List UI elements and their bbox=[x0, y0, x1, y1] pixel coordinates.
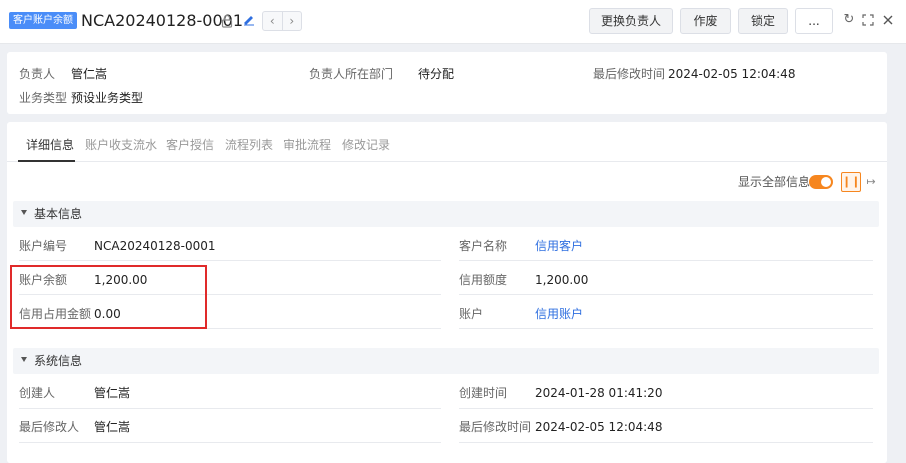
row-divider bbox=[19, 442, 441, 443]
row-divider bbox=[19, 260, 441, 261]
two-column-layout-icon[interactable]: ❙❙ bbox=[841, 172, 861, 192]
detail-card: 详细信息 账户收支流水 客户授信 流程列表 审批流程 修改记录 显示全部信息 ❙… bbox=[7, 122, 887, 463]
account-number-value: NCA20240128-0001 bbox=[94, 239, 216, 253]
basic-info-section-header[interactable]: 基本信息 bbox=[13, 201, 879, 227]
active-tab-indicator bbox=[18, 160, 75, 162]
customer-name-label: 客户名称 bbox=[459, 239, 508, 253]
tab-bar: 详细信息 账户收支流水 客户授信 流程列表 审批流程 修改记录 bbox=[7, 122, 887, 162]
account-link[interactable]: 信用账户 bbox=[535, 306, 583, 322]
tab-account-flow[interactable]: 账户收支流水 bbox=[85, 137, 157, 153]
show-all-label: 显示全部信息 bbox=[738, 175, 811, 189]
summary-card: 负责人 管仁嵩 负责人所在部门 待分配 最后修改时间 2024-02-05 12… bbox=[7, 52, 887, 114]
close-icon[interactable] bbox=[881, 13, 895, 27]
top-bar: 客户账户余额 NCA20240128-0001 ‹ › 更换负责人 作废 锁定 … bbox=[0, 0, 906, 44]
credit-limit-value: 1,200.00 bbox=[535, 273, 589, 287]
record-title: NCA20240128-0001 bbox=[81, 11, 244, 30]
show-all-toggle[interactable] bbox=[809, 175, 833, 189]
void-button[interactable]: 作废 bbox=[680, 8, 731, 34]
row-divider bbox=[459, 260, 873, 261]
full-width-layout-icon[interactable]: ↦ bbox=[861, 172, 881, 192]
department-value: 待分配 bbox=[418, 67, 455, 81]
tab-change-log[interactable]: 修改记录 bbox=[342, 137, 390, 153]
owner-label: 负责人 bbox=[19, 67, 56, 81]
tab-details[interactable]: 详细信息 bbox=[26, 137, 74, 153]
system-info-section-header[interactable]: 系统信息 bbox=[13, 348, 879, 374]
row-divider bbox=[459, 294, 873, 295]
tab-approval-flow[interactable]: 审批流程 bbox=[283, 137, 331, 153]
owner-value: 管仁嵩 bbox=[71, 67, 108, 81]
account-number-label: 账户编号 bbox=[19, 239, 68, 253]
collapse-caret-icon bbox=[21, 210, 27, 215]
record-navigation: ‹ › bbox=[262, 11, 302, 31]
previous-record-button[interactable]: ‹ bbox=[263, 12, 282, 30]
credit-limit-label: 信用额度 bbox=[459, 273, 508, 287]
highlight-box bbox=[10, 265, 207, 329]
section-title: 基本信息 bbox=[34, 207, 83, 221]
tab-customer-credit[interactable]: 客户授信 bbox=[166, 137, 214, 153]
creator-label: 创建人 bbox=[19, 386, 56, 400]
department-label: 负责人所在部门 bbox=[309, 67, 394, 81]
edit-tag-icon[interactable] bbox=[242, 13, 256, 27]
account-label: 账户 bbox=[459, 307, 484, 321]
last-modified-time-value: 2024-02-05 12:04:48 bbox=[535, 420, 663, 434]
business-type-label: 业务类型 bbox=[19, 91, 68, 105]
last-modified-label: 最后修改时间 bbox=[593, 67, 666, 81]
customer-name-link[interactable]: 信用客户 bbox=[535, 238, 583, 254]
last-modifier-value: 管仁嵩 bbox=[94, 420, 131, 434]
next-record-button[interactable]: › bbox=[281, 12, 302, 30]
row-divider bbox=[459, 408, 873, 409]
change-owner-button[interactable]: 更换负责人 bbox=[589, 8, 673, 34]
last-modified-value: 2024-02-05 12:04:48 bbox=[668, 67, 796, 81]
lock-icon[interactable] bbox=[221, 14, 233, 28]
tab-process-list[interactable]: 流程列表 bbox=[225, 137, 273, 153]
business-type-value: 预设业务类型 bbox=[71, 91, 144, 105]
row-divider bbox=[459, 442, 873, 443]
created-time-label: 创建时间 bbox=[459, 386, 508, 400]
layout-switch: ❙❙ ↦ bbox=[841, 172, 881, 192]
row-divider bbox=[459, 328, 873, 329]
section-title: 系统信息 bbox=[34, 354, 83, 368]
fullscreen-icon[interactable] bbox=[861, 13, 875, 27]
collapse-caret-icon bbox=[21, 357, 27, 362]
last-modified-time-label: 最后修改时间 bbox=[459, 420, 532, 434]
created-time-value: 2024-01-28 01:41:20 bbox=[535, 386, 663, 400]
last-modifier-label: 最后修改人 bbox=[19, 420, 80, 434]
row-divider bbox=[19, 408, 441, 409]
creator-value: 管仁嵩 bbox=[94, 386, 131, 400]
more-button[interactable]: ... bbox=[795, 8, 833, 34]
refresh-icon[interactable]: ↻ bbox=[842, 13, 856, 27]
lock-button[interactable]: 锁定 bbox=[738, 8, 788, 34]
object-type-tag: 客户账户余额 bbox=[9, 12, 77, 29]
